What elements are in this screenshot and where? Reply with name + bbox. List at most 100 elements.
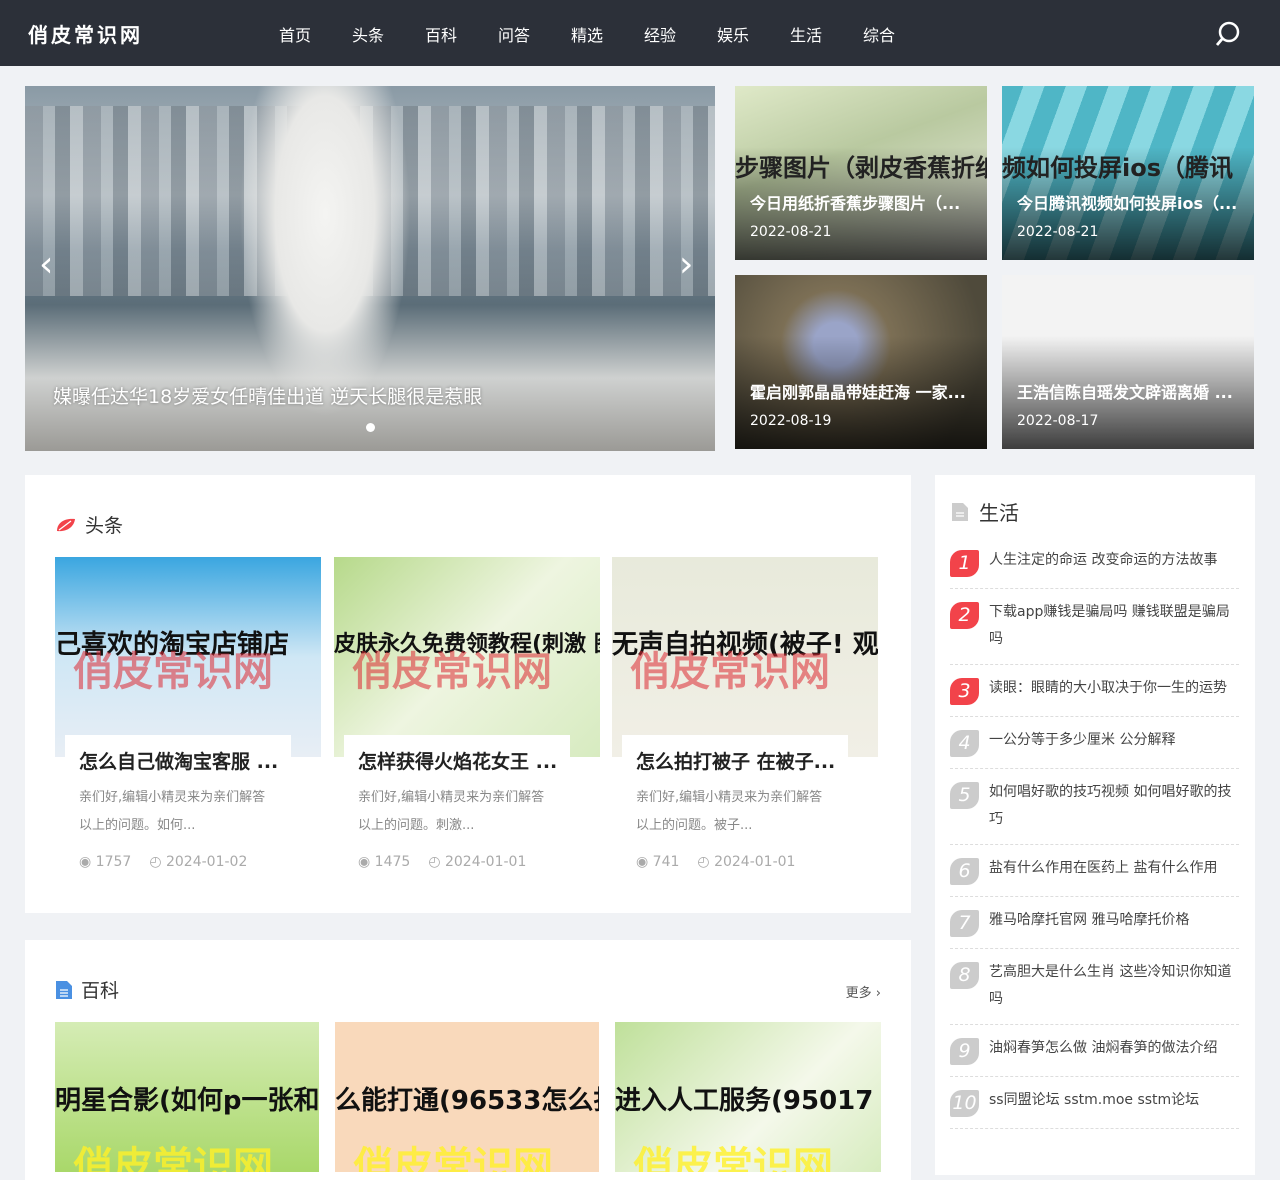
baike-thumb[interactable]: 么能打通(96533怎么打 俏皮常识网 (335, 1022, 599, 1172)
site-header: 俏皮常识网 首页 头条 百科 问答 精选 经验 娱乐 生活 综合 (0, 0, 1280, 66)
card-title: 今日腾讯视频如何投屏ios（... (1017, 194, 1238, 213)
rank-badge: 2 (950, 602, 979, 629)
clock-icon: ◴ (428, 854, 445, 870)
card-date: 2024-01-02 (165, 854, 248, 870)
watermark: 俏皮常识网 (630, 649, 830, 695)
nav-headlines[interactable]: 头条 (352, 22, 425, 46)
card-date: 2022-08-21 (750, 224, 832, 240)
prev-arrow-icon[interactable]: ‹ (39, 244, 53, 285)
list-item[interactable]: 4 一公分等于多少厘米 公分解释 (950, 717, 1239, 769)
rank-badge: 3 (950, 678, 979, 705)
views: ◉ 1757 (79, 854, 131, 870)
card-body: 怎么自己做淘宝客服 ... 亲们好,编辑小精灵来为亲们解答以上的问题。如何...… (65, 735, 291, 882)
list-item[interactable]: 8 艺高胆大是什么生肖 这些冷知识你知道吗 (950, 949, 1239, 1025)
article-card[interactable]: 皮肤永久免费领教程(刺激 图片) 俏皮常识网 怎样获得火焰花女王 ... 亲们好… (334, 557, 600, 882)
nav-experience[interactable]: 经验 (644, 22, 717, 46)
list-item-title[interactable]: 人生注定的命运 改变命运的方法故事 (989, 547, 1217, 577)
card-desc: 亲们好,编辑小精灵来为亲们解答以上的问题。刺激... (358, 790, 545, 833)
section-title-text: 头条 (85, 515, 124, 537)
side-card[interactable]: 频如何投屏ios（腾讯 今日腾讯视频如何投屏ios（... 2022-08-21 (1002, 86, 1254, 260)
card-date: 2022-08-21 (1017, 224, 1099, 240)
list-item[interactable]: 1 人生注定的命运 改变命运的方法故事 (950, 537, 1239, 589)
card-title[interactable]: 怎么拍打被子 在被子... (636, 747, 835, 774)
more-link[interactable]: 更多 › (846, 982, 881, 1001)
search-icon[interactable] (1214, 20, 1242, 48)
sidebar-title-text: 生活 (979, 501, 1019, 525)
card-body: 怎么拍打被子 在被子... 亲们好,编辑小精灵来为亲们解答以上的问题。被子...… (622, 735, 848, 882)
side-card[interactable]: 王浩信陈自瑶发文辟谣离婚 ... 2022-08-17 (1002, 275, 1254, 449)
card-title: 今日用纸折香蕉步骤图片（... (750, 194, 961, 213)
side-card[interactable]: 霍启刚郭晶晶带娃赶海 一家... 2022-08-19 (735, 275, 987, 449)
thumb-text: 步骤图片（剥皮香蕉折纸 剥 (735, 154, 987, 182)
date-meta: ◴ 2024-01-01 (428, 854, 526, 870)
baike-thumb[interactable]: 进入人工服务(95017 俏皮常识网 (615, 1022, 881, 1172)
list-item-title[interactable]: 一公分等于多少厘米 公分解释 (989, 727, 1175, 757)
thumb-text: 明星合影(如何p一张和 (55, 1086, 319, 1116)
more-label: 更多 (845, 986, 872, 1001)
list-item-title[interactable]: 读眼：眼睛的大小取决于你一生的运势 (989, 675, 1227, 705)
next-arrow-icon[interactable]: › (679, 244, 693, 285)
nav-home[interactable]: 首页 (279, 22, 352, 46)
list-item-title[interactable]: 油焖春笋怎么做 油焖春笋的做法介绍 (989, 1035, 1217, 1065)
list-item-title[interactable]: 如何唱好歌的技巧视频 如何唱好歌的技巧 (989, 779, 1239, 833)
side-card[interactable]: 步骤图片（剥皮香蕉折纸 剥 今日用纸折香蕉步骤图片（... 2022-08-21 (735, 86, 987, 260)
eye-icon: ◉ (358, 854, 375, 870)
section-title: 头条 (55, 511, 123, 538)
list-item[interactable]: 2 下载app赚钱是骗局吗 赚钱联盟是骗局吗 (950, 589, 1239, 665)
nav-qa[interactable]: 问答 (498, 22, 571, 46)
nav-life[interactable]: 生活 (790, 22, 863, 46)
ranked-list: 1 人生注定的命运 改变命运的方法故事 2 下载app赚钱是骗局吗 赚钱联盟是骗局吗 3… (950, 537, 1239, 1129)
list-item-title[interactable]: 下载app赚钱是骗局吗 赚钱联盟是骗局吗 (989, 599, 1239, 653)
sidebar-title: 生活 (951, 497, 1019, 526)
watermark: 俏皮常识网 (73, 1144, 273, 1172)
rank-badge: 6 (950, 858, 979, 885)
thumb-text: 进入人工服务(95017 (615, 1086, 874, 1116)
list-item[interactable]: 6 盐有什么作用在医药上 盐有什么作用 (950, 845, 1239, 897)
eye-icon: ◉ (636, 854, 653, 870)
nav-entertainment[interactable]: 娱乐 (717, 22, 790, 46)
clock-icon: ◴ (149, 854, 166, 870)
card-body: 怎样获得火焰花女王 ... 亲们好,编辑小精灵来为亲们解答以上的问题。刺激...… (344, 735, 570, 882)
list-item-title[interactable]: ss同盟论坛 sstm.moe sstm论坛 (989, 1087, 1199, 1117)
chevron-right-icon: › (875, 986, 881, 1001)
list-item[interactable]: 7 雅马哈摩托官网 雅马哈摩托价格 (950, 897, 1239, 949)
baike-panel: 百科 更多 › 明星合影(如何p一张和俏皮常识网 么能打通(96533怎么打 俏皮… (25, 940, 911, 1180)
slider-dot[interactable] (366, 423, 375, 432)
article-card[interactable]: 己喜欢的淘宝店铺店 俏皮常识网 怎么自己做淘宝客服 ... 亲们好,编辑小精灵来… (55, 557, 321, 882)
nav-general[interactable]: 综合 (863, 22, 936, 46)
slide-caption[interactable]: 媒曝任达华18岁爱女任晴佳出道 逆天长腿很是惹眼 (53, 382, 482, 409)
leaf-icon (57, 518, 75, 531)
card-title[interactable]: 怎样获得火焰花女王 ... (358, 747, 557, 774)
view-count: 1757 (95, 854, 132, 870)
card-desc: 亲们好,编辑小精灵来为亲们解答以上的问题。如何... (79, 790, 266, 833)
nav-featured[interactable]: 精选 (571, 22, 644, 46)
views: ◉ 741 (636, 854, 679, 870)
card-meta: ◉ 741 ◴ 2024-01-01 (636, 854, 834, 870)
article-card[interactable]: 无声自拍视频(被子! 观看) 俏皮常识网 怎么拍打被子 在被子... 亲们好,编… (612, 557, 878, 882)
watermark: 俏皮常识网 (73, 649, 273, 695)
nav-baike[interactable]: 百科 (425, 22, 498, 46)
view-count: 1475 (374, 854, 411, 870)
card-title[interactable]: 怎么自己做淘宝客服 ... (79, 747, 278, 774)
rank-badge: 7 (950, 910, 979, 937)
list-item[interactable]: 3 读眼：眼睛的大小取决于你一生的运势 (950, 665, 1239, 717)
list-item-title[interactable]: 盐有什么作用在医药上 盐有什么作用 (989, 855, 1217, 885)
article-thumb: 无声自拍视频(被子! 观看) 俏皮常识网 (612, 557, 878, 757)
list-item[interactable]: 5 如何唱好歌的技巧视频 如何唱好歌的技巧 (950, 769, 1239, 845)
card-title: 王浩信陈自瑶发文辟谣离婚 ... (1017, 383, 1233, 402)
list-item-title[interactable]: 艺高胆大是什么生肖 这些冷知识你知道吗 (989, 959, 1239, 1013)
hero-slider[interactable]: ‹ › 媒曝任达华18岁爱女任晴佳出道 逆天长腿很是惹眼 (25, 86, 715, 451)
headlines-panel: 头条 己喜欢的淘宝店铺店 俏皮常识网 怎么自己做淘宝客服 ... 亲们好,编辑小… (25, 475, 911, 913)
section-title: 百科 (55, 976, 119, 1003)
thumb-text: 频如何投屏ios（腾讯 (1002, 154, 1233, 182)
list-item[interactable]: 9 油焖春笋怎么做 油焖春笋的做法介绍 (950, 1025, 1239, 1077)
card-meta: ◉ 1757 ◴ 2024-01-02 (79, 854, 277, 870)
site-logo[interactable]: 俏皮常识网 (28, 19, 143, 48)
baike-thumb[interactable]: 明星合影(如何p一张和俏皮常识网 (55, 1022, 319, 1172)
rank-badge: 1 (950, 550, 979, 577)
article-thumb: 己喜欢的淘宝店铺店 俏皮常识网 (55, 557, 321, 757)
card-desc: 亲们好,编辑小精灵来为亲们解答以上的问题。被子... (636, 790, 823, 833)
list-item-title[interactable]: 雅马哈摩托官网 雅马哈摩托价格 (989, 907, 1189, 937)
thumb-text: 么能打通(96533怎么打 (335, 1086, 599, 1116)
list-item[interactable]: 10 ss同盟论坛 sstm.moe sstm论坛 (950, 1077, 1239, 1129)
